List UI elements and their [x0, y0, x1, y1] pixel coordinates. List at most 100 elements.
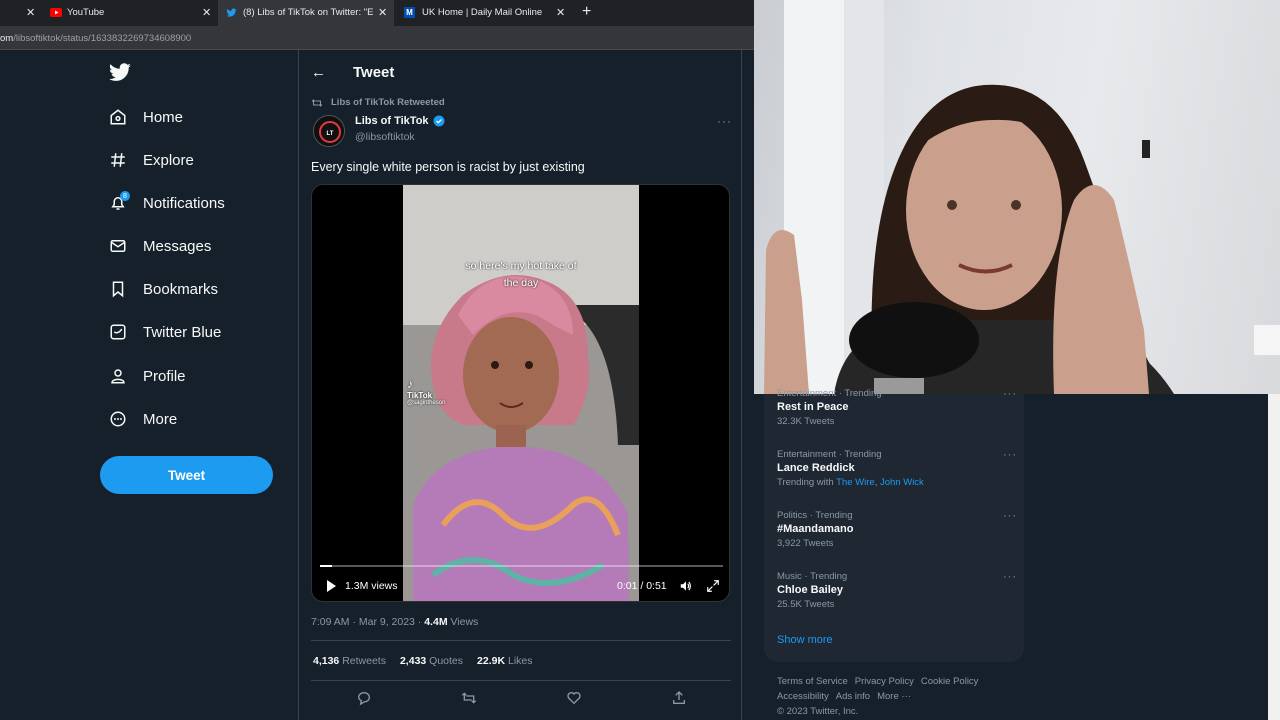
- tweet-button[interactable]: Tweet: [100, 456, 273, 494]
- trend-count-prefix: Trending with: [777, 477, 837, 488]
- retweeted-label: Libs of TikTok Retweeted: [331, 97, 445, 108]
- scrollbar[interactable]: [1268, 394, 1280, 720]
- video-progress-fill: [320, 565, 333, 567]
- sidebar-item-label: Explore: [143, 151, 194, 169]
- tab-dailymail[interactable]: M UK Home | Daily Mail Online ✕: [394, 0, 574, 26]
- footer-link[interactable]: Accessibility: [777, 691, 829, 702]
- close-icon[interactable]: ✕: [378, 6, 387, 19]
- show-more-link[interactable]: Show more: [777, 634, 833, 646]
- sidebar-item-messages[interactable]: Messages: [108, 231, 211, 261]
- trend-more-icon[interactable]: ···: [1003, 571, 1017, 583]
- likes-stat[interactable]: 22.9K Likes: [477, 655, 532, 667]
- sidebar-item-label: Twitter Blue: [143, 323, 222, 341]
- tweet-more-icon[interactable]: ···: [717, 114, 732, 128]
- volume-icon[interactable]: [679, 579, 693, 593]
- trend-more-icon[interactable]: ···: [1003, 388, 1017, 400]
- play-icon[interactable]: [324, 579, 338, 593]
- trend-more-icon[interactable]: ···: [1003, 510, 1017, 522]
- webcam-overlay-image: [754, 0, 1280, 394]
- video-caption-line2: the day: [503, 277, 539, 289]
- main-column: ← Tweet Libs of TikTok Retweeted LT Libs…: [298, 50, 742, 720]
- new-tab-button[interactable]: +: [582, 3, 591, 21]
- footer-copyright: © 2023 Twitter, Inc.: [777, 706, 859, 717]
- sidebar-item-more[interactable]: More: [108, 404, 177, 434]
- twitter-logo-icon[interactable]: [108, 63, 132, 83]
- hashtag-icon: [108, 150, 128, 170]
- tiktok-watermark-handle: @sagintheson: [407, 400, 446, 406]
- avatar[interactable]: LT: [313, 115, 345, 147]
- tab-close-partial[interactable]: ✕: [0, 0, 42, 26]
- sidebar-item-profile[interactable]: Profile: [108, 361, 186, 391]
- streamer-webcam-image: [764, 0, 1280, 394]
- page-title: Tweet: [353, 64, 395, 81]
- trend-count: 25.5K Tweets: [777, 599, 835, 610]
- address-bar[interactable]: om/libsoftiktok/status/16338322697346089…: [0, 26, 754, 50]
- tweet-timestamp[interactable]: 7:09 AM · Mar 9, 2023 ·: [311, 616, 424, 628]
- tab-twitter[interactable]: (8) Libs of TikTok on Twitter: "Eve ✕: [218, 0, 394, 26]
- tweet-meta: 7:09 AM · Mar 9, 2023 · 4.4M Views: [311, 616, 478, 628]
- sidebar-item-label: Bookmarks: [143, 280, 219, 298]
- sidebar-item-explore[interactable]: Explore: [108, 145, 194, 175]
- trend-item[interactable]: Politics · Trending #Maandamano 3,922 Tw…: [777, 510, 1017, 549]
- author-name[interactable]: Libs of TikTok: [355, 115, 445, 127]
- author-handle[interactable]: @libsoftiktok: [355, 131, 415, 143]
- back-arrow-icon[interactable]: ←: [311, 64, 326, 81]
- close-icon[interactable]: ✕: [556, 6, 565, 19]
- divider: [311, 640, 731, 641]
- footer-link[interactable]: Privacy Policy: [855, 676, 914, 687]
- sidebar-item-label: Profile: [143, 367, 186, 385]
- trend-more-icon[interactable]: ···: [1003, 449, 1017, 461]
- share-icon[interactable]: [671, 690, 687, 706]
- like-heart-icon[interactable]: [566, 690, 582, 706]
- tab-title: YouTube: [67, 7, 105, 18]
- verified-badge-icon: [433, 115, 445, 127]
- video-frame[interactable]: so here's my hot take of the day ♪ TikTo…: [403, 185, 639, 601]
- footer-link[interactable]: More ···: [877, 691, 911, 702]
- browser-tab-bar: ✕ YouTube ✕ (8) Libs of TikTok on Twitte…: [0, 0, 754, 26]
- trend-category: Politics · Trending: [777, 510, 853, 521]
- video-progress-bar[interactable]: [320, 565, 723, 567]
- quotes-label: Quotes: [426, 655, 464, 667]
- bookmark-icon: [108, 279, 128, 299]
- quotes-stat[interactable]: 2,433 Quotes: [400, 655, 463, 667]
- tiktok-icon: ♪: [407, 377, 413, 391]
- trend-link[interactable]: John Wick: [880, 477, 924, 488]
- notification-badge: 8: [120, 191, 130, 201]
- youtube-icon: [50, 8, 62, 17]
- trends-panel: Entertainment · Trending Rest in Peace 3…: [764, 388, 1024, 662]
- retweeted-indicator[interactable]: Libs of TikTok Retweeted: [311, 97, 445, 108]
- right-column: Entertainment · Trending Rest in Peace 3…: [754, 388, 1280, 720]
- reply-icon[interactable]: [356, 690, 372, 706]
- sidebar-item-label: Notifications: [143, 194, 225, 212]
- trend-link[interactable]: The Wire: [836, 477, 875, 488]
- tab-title: UK Home | Daily Mail Online: [422, 7, 543, 18]
- url-host: om: [0, 33, 14, 44]
- retweets-stat[interactable]: 4,136 Retweets: [313, 655, 386, 667]
- tab-youtube[interactable]: YouTube ✕: [42, 0, 218, 26]
- close-icon[interactable]: ✕: [202, 6, 211, 19]
- trend-name: Chloe Bailey: [777, 584, 844, 596]
- sidebar-item-bookmarks[interactable]: Bookmarks: [108, 274, 218, 304]
- sidebar-item-home[interactable]: Home: [108, 102, 183, 132]
- tiktok-watermark: ♪ TikTok @sagintheson: [407, 377, 445, 406]
- trend-item[interactable]: Entertainment · Trending Lance Reddick T…: [777, 449, 1017, 488]
- footer-link[interactable]: Cookie Policy: [921, 676, 979, 687]
- main-header: ← Tweet: [299, 50, 743, 94]
- footer-link[interactable]: Ads info: [836, 691, 870, 702]
- sidebar-item-label: Messages: [143, 237, 212, 255]
- trend-item[interactable]: Music · Trending Chloe Bailey 25.5K Twee…: [777, 571, 1017, 610]
- url-text[interactable]: om/libsoftiktok/status/16338322697346089…: [0, 33, 191, 44]
- fullscreen-icon[interactable]: [706, 579, 720, 593]
- video-time: 0:01 / 0:51: [617, 580, 667, 592]
- screen: ✕ YouTube ✕ (8) Libs of TikTok on Twitte…: [0, 0, 1280, 720]
- trend-item[interactable]: Entertainment · Trending Rest in Peace 3…: [777, 388, 1017, 427]
- video-player[interactable]: so here's my hot take of the day ♪ TikTo…: [311, 184, 730, 602]
- video-caption-line1: so here's my hot take of: [465, 260, 577, 272]
- person-icon: [108, 366, 128, 386]
- sidebar-item-twitter-blue[interactable]: Twitter Blue: [108, 317, 221, 347]
- trend-name: #Maandamano: [777, 523, 854, 535]
- trend-category: Music · Trending: [777, 571, 848, 582]
- retweet-icon[interactable]: [461, 690, 477, 706]
- footer-link[interactable]: Terms of Service: [777, 676, 848, 687]
- trend-category: Entertainment · Trending: [777, 388, 882, 399]
